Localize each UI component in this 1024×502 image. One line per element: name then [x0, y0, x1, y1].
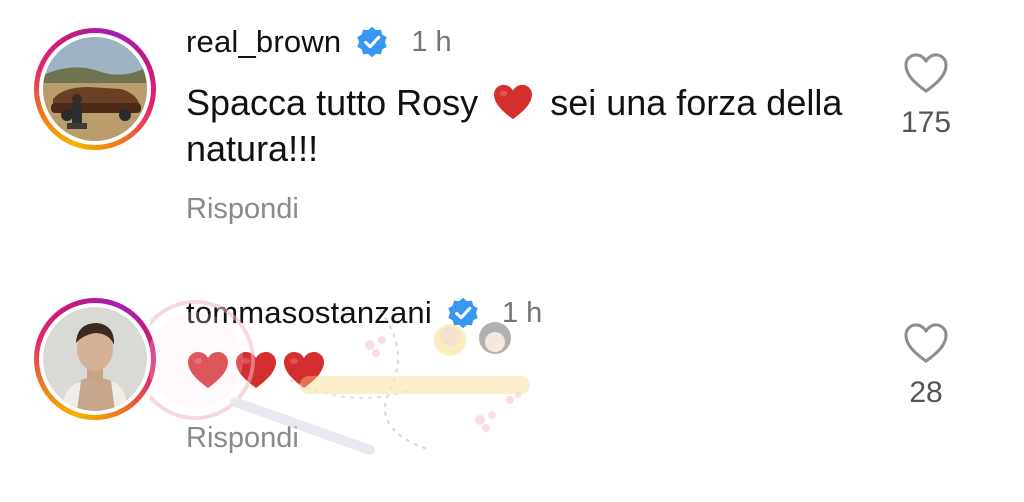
story-ring[interactable] [34, 298, 156, 420]
comment-time: 1 h [501, 296, 543, 329]
avatar-photo-icon [43, 37, 147, 141]
comment-header: real_brown 1 h [186, 22, 452, 62]
avatar-photo-icon [43, 307, 147, 411]
verified-badge-icon [355, 25, 389, 59]
like-count: 175 [900, 106, 952, 139]
like-control: 175 [886, 52, 966, 140]
comment-time: 1 h [411, 25, 452, 58]
comment-text: Spacca tutto Rosy sei una forza della na… [186, 80, 846, 172]
red-heart-emoji-icon [236, 352, 276, 388]
username-link[interactable]: real_brown [186, 24, 341, 60]
red-heart-emoji-icon [188, 352, 228, 388]
red-heart-emoji-icon [284, 352, 324, 388]
comment-item: tommasostanzani 1 h Rispondi 28 [0, 270, 1024, 502]
red-heart-emoji-icon [494, 84, 533, 120]
comment-text-start: Spacca tutto Rosy [186, 82, 479, 123]
heart-outline-icon[interactable] [903, 52, 949, 94]
story-ring[interactable] [34, 28, 156, 150]
reply-button[interactable]: Rispondi [186, 422, 299, 455]
comment-item: real_brown 1 h Spacca tutto Rosy sei una… [0, 0, 1024, 250]
username-link[interactable]: tommasostanzani [186, 295, 432, 331]
comment-text-emojis [186, 350, 326, 390]
avatar[interactable] [43, 307, 147, 411]
like-control: 28 [886, 322, 966, 410]
avatar[interactable] [43, 37, 147, 141]
comment-header: tommasostanzani 1 h [186, 293, 542, 333]
reply-button[interactable]: Rispondi [186, 193, 299, 226]
heart-outline-icon[interactable] [903, 322, 949, 364]
like-count: 28 [909, 376, 943, 409]
verified-badge-icon [446, 296, 480, 330]
